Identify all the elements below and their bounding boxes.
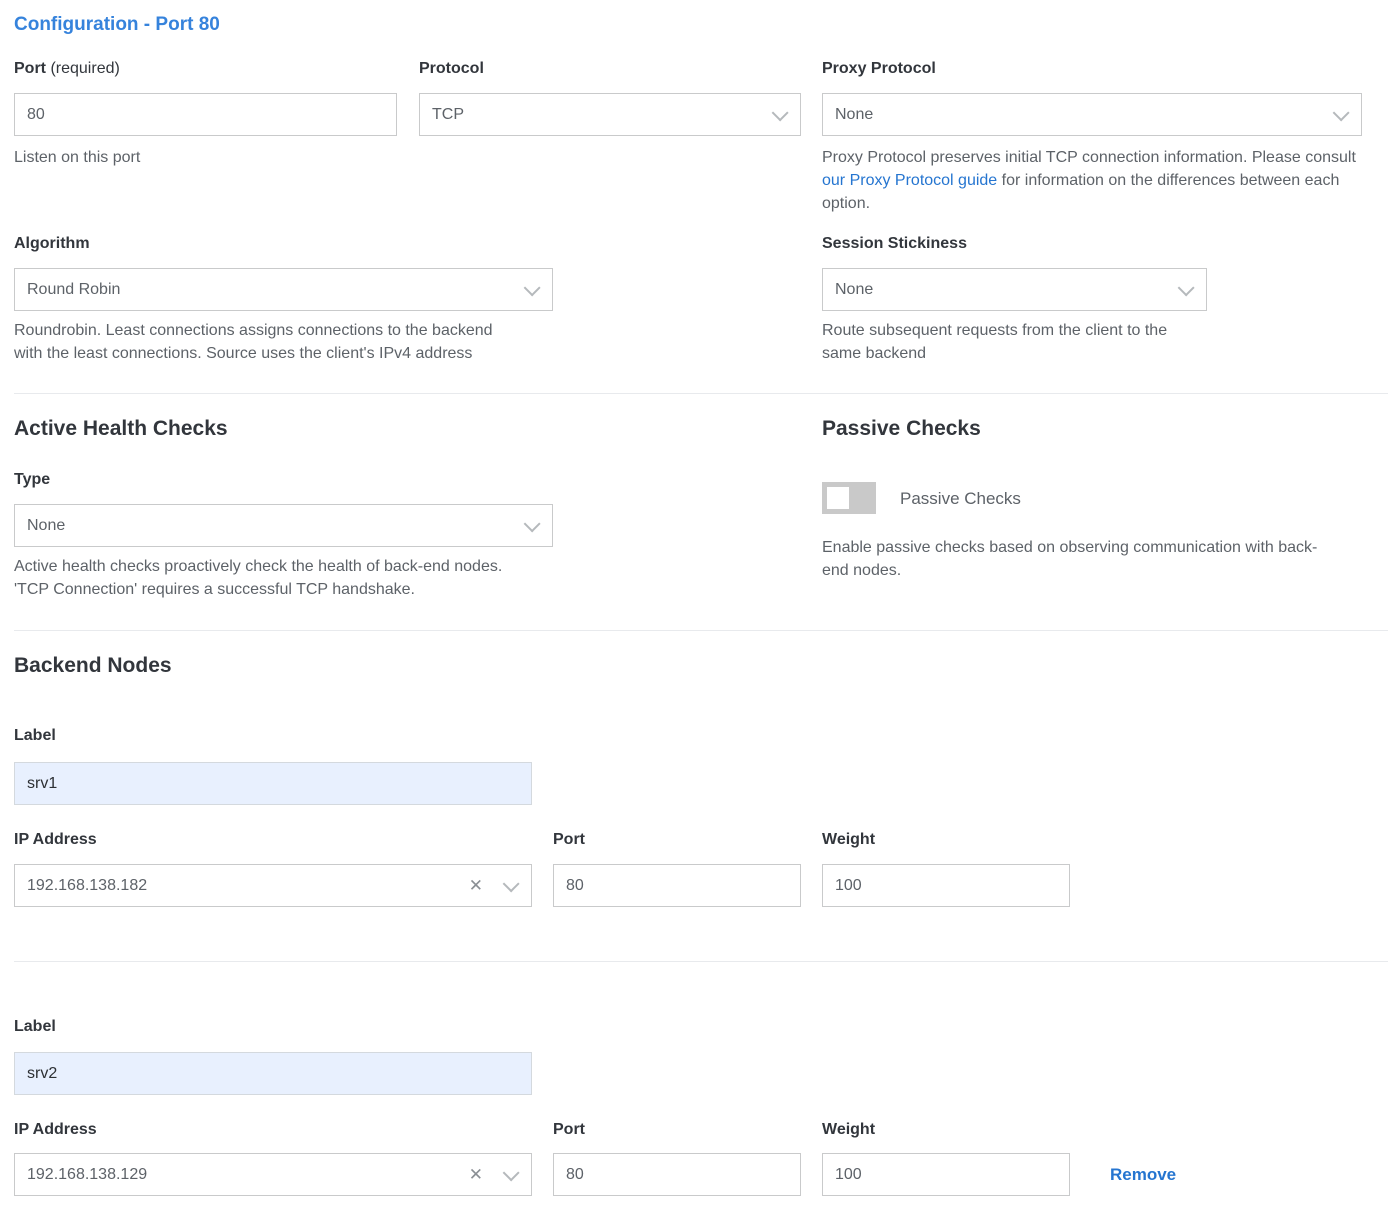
health-check-type-value: None (27, 517, 524, 535)
port-input[interactable] (14, 93, 397, 136)
session-stickiness-select[interactable]: None (822, 268, 1207, 311)
chevron-down-icon (503, 875, 520, 892)
proxy-protocol-field-label: Proxy Protocol (822, 60, 936, 78)
node1-port-input[interactable] (553, 864, 801, 907)
config-port-heading: Configuration - Port 80 (14, 14, 220, 36)
proxy-protocol-guide-link[interactable]: our Proxy Protocol guide (822, 172, 997, 189)
node1-weight-caption: Weight (822, 831, 875, 849)
session-stickiness-field-label: Session Stickiness (822, 235, 967, 253)
node-divider (14, 961, 1388, 962)
node2-ip-value: 192.168.138.129 (27, 1166, 469, 1184)
protocol-select[interactable]: TCP (419, 93, 801, 136)
protocol-field-label: Protocol (419, 60, 484, 78)
passive-checks-toggle-label: Passive Checks (900, 489, 1021, 509)
algorithm-helper-text: Roundrobin. Least connections assigns co… (14, 319, 519, 365)
node1-label-input[interactable] (14, 762, 532, 805)
health-check-type-select[interactable]: None (14, 504, 553, 547)
node1-ip-caption: IP Address (14, 831, 97, 849)
session-stickiness-helper-text: Route subsequent requests from the clien… (822, 319, 1202, 365)
chevron-down-icon (1178, 279, 1195, 296)
algorithm-field-label: Algorithm (14, 235, 90, 253)
node2-port-input[interactable] (553, 1153, 801, 1196)
node1-label-caption: Label (14, 727, 56, 745)
node1-ip-select[interactable]: 192.168.138.182 ✕ (14, 864, 532, 907)
chevron-down-icon (503, 1164, 520, 1181)
session-stickiness-select-value: None (835, 281, 1178, 299)
nodebalancer-config-panel: Configuration - Port 80 Port (required) … (0, 0, 1388, 1217)
chevron-down-icon (772, 104, 789, 121)
algorithm-select-value: Round Robin (27, 281, 524, 299)
health-check-helper-text: Active health checks proactively check t… (14, 555, 519, 601)
node2-weight-input[interactable] (822, 1153, 1070, 1196)
node1-weight-input[interactable] (822, 864, 1070, 907)
clear-icon[interactable]: ✕ (469, 877, 483, 894)
section-divider (14, 630, 1388, 631)
port-required-suffix: (required) (50, 60, 119, 77)
remove-node-link[interactable]: Remove (1110, 1165, 1176, 1185)
backend-nodes-heading: Backend Nodes (14, 654, 172, 678)
active-health-checks-heading: Active Health Checks (14, 417, 228, 441)
proxy-protocol-helper-text: Proxy Protocol preserves initial TCP con… (822, 146, 1374, 215)
protocol-select-value: TCP (432, 106, 772, 124)
port-field-label: Port (required) (14, 60, 120, 78)
node2-weight-caption: Weight (822, 1121, 875, 1139)
node2-ip-caption: IP Address (14, 1121, 97, 1139)
port-helper-text: Listen on this port (14, 146, 140, 169)
node2-label-caption: Label (14, 1018, 56, 1036)
passive-checks-heading: Passive Checks (822, 417, 981, 441)
proxy-protocol-select-value: None (835, 106, 1333, 124)
toggle-knob-icon (827, 487, 849, 509)
node1-port-caption: Port (553, 831, 585, 849)
chevron-down-icon (524, 279, 541, 296)
passive-checks-helper-text: Enable passive checks based on observing… (822, 536, 1332, 582)
port-label-text: Port (14, 60, 46, 77)
chevron-down-icon (524, 515, 541, 532)
node1-ip-value: 192.168.138.182 (27, 877, 469, 895)
proxy-protocol-select[interactable]: None (822, 93, 1362, 136)
node2-ip-select[interactable]: 192.168.138.129 ✕ (14, 1153, 532, 1196)
health-check-type-label: Type (14, 471, 50, 489)
node2-port-caption: Port (553, 1121, 585, 1139)
passive-checks-toggle[interactable] (822, 482, 876, 514)
chevron-down-icon (1333, 104, 1350, 121)
node2-label-input[interactable] (14, 1052, 532, 1095)
section-divider (14, 393, 1388, 394)
clear-icon[interactable]: ✕ (469, 1166, 483, 1183)
algorithm-select[interactable]: Round Robin (14, 268, 553, 311)
